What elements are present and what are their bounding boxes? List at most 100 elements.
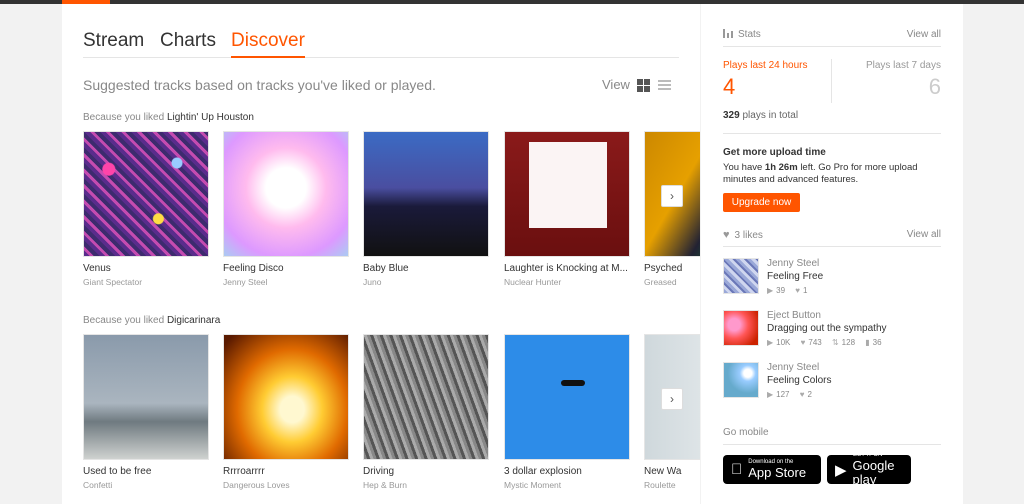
liked-track-stats: ▶ 39 ♥ 1 bbox=[767, 286, 808, 295]
play-icon: ▶ bbox=[767, 338, 774, 347]
track-artwork[interactable] bbox=[83, 334, 209, 460]
track-card[interactable]: Baby Blue Juno bbox=[363, 131, 489, 287]
list-view-icon[interactable] bbox=[658, 79, 671, 92]
track-artist[interactable]: Nuclear Hunter bbox=[504, 277, 630, 287]
heart-icon: ♥ bbox=[799, 390, 805, 399]
track-row: Used to be free Confetti Rrrroarrrr Dang… bbox=[83, 334, 700, 504]
track-artist[interactable]: Roulette bbox=[644, 480, 700, 490]
track-card[interactable]: New Wa Roulette bbox=[644, 334, 700, 490]
carousel-next-button[interactable]: › bbox=[661, 388, 683, 410]
track-title[interactable]: Baby Blue bbox=[363, 263, 489, 274]
tab-bar: Stream Charts Discover bbox=[83, 28, 679, 58]
liked-track[interactable]: Jenny Steel Feeling Free ▶ 39 ♥ 1 bbox=[723, 258, 943, 298]
play-store-icon: ▶ bbox=[835, 461, 847, 479]
stats-view-all-link[interactable]: View all bbox=[907, 29, 941, 40]
track-artist[interactable]: Greased bbox=[644, 277, 700, 287]
track-title[interactable]: Laughter is Knocking at M... bbox=[504, 263, 630, 274]
track-artwork[interactable] bbox=[504, 334, 630, 460]
liked-track-artwork[interactable] bbox=[723, 362, 759, 398]
plays-24h-label: Plays last 24 hours bbox=[723, 60, 808, 71]
tab-stream[interactable]: Stream bbox=[83, 30, 144, 52]
liked-track-user[interactable]: Jenny Steel bbox=[767, 362, 819, 373]
chevron-right-icon: › bbox=[670, 392, 674, 406]
track-artwork[interactable] bbox=[83, 131, 209, 257]
grid-view-icon[interactable] bbox=[637, 79, 650, 92]
carousel-next-button[interactable]: › bbox=[661, 185, 683, 207]
track-artwork[interactable] bbox=[223, 334, 349, 460]
track-artwork[interactable] bbox=[223, 131, 349, 257]
track-artwork[interactable] bbox=[363, 334, 489, 460]
helicopter-shape bbox=[561, 380, 585, 386]
because-label: Because you liked Lightin' Up Houston bbox=[83, 112, 254, 123]
divider bbox=[723, 246, 941, 247]
play-icon: ▶ bbox=[767, 390, 774, 399]
track-card[interactable]: Feeling Disco Jenny Steel bbox=[223, 131, 349, 287]
apple-icon:  bbox=[731, 461, 742, 478]
sidebar: Stats View all Plays last 24 hours 4 Pla… bbox=[701, 4, 963, 504]
track-title[interactable]: Driving bbox=[363, 466, 489, 477]
track-title[interactable]: Rrrroarrrr bbox=[223, 466, 349, 477]
track-artist[interactable]: Jenny Steel bbox=[223, 277, 349, 287]
app-store-button[interactable]:  Download on the App Store bbox=[723, 455, 821, 484]
google-play-button[interactable]: ▶ GET IT ON Google play bbox=[827, 452, 911, 487]
track-card[interactable]: Laughter is Knocking at M... Nuclear Hun… bbox=[504, 131, 630, 287]
heart-icon: ♥ bbox=[723, 229, 730, 241]
track-card[interactable]: Used to be free Confetti bbox=[83, 334, 209, 490]
track-artist[interactable]: Dangerous Loves bbox=[223, 480, 349, 490]
track-title[interactable]: 3 dollar explosion bbox=[504, 466, 630, 477]
liked-track-stats: ▶ 10K ♥ 743 ⇅ 128 ▮ 36 bbox=[767, 338, 882, 347]
liked-track[interactable]: Eject Button Dragging out the sympathy ▶… bbox=[723, 310, 943, 350]
tab-discover[interactable]: Discover bbox=[231, 30, 305, 58]
track-artwork[interactable] bbox=[363, 131, 489, 257]
likes-view-all-link[interactable]: View all bbox=[907, 229, 941, 240]
track-artist[interactable]: Mystic Moment bbox=[504, 480, 630, 490]
upgrade-button[interactable]: Upgrade now bbox=[723, 193, 800, 212]
liked-track-user[interactable]: Eject Button bbox=[767, 310, 821, 321]
divider bbox=[723, 46, 941, 47]
track-title[interactable]: New Wa bbox=[644, 466, 700, 477]
go-mobile-heading: Go mobile bbox=[723, 427, 769, 438]
track-card[interactable]: Rrrroarrrr Dangerous Loves bbox=[223, 334, 349, 490]
track-card[interactable]: Psyched Greased bbox=[644, 131, 700, 287]
because-track-link[interactable]: Digicarinara bbox=[167, 315, 220, 326]
track-card[interactable]: Venus Giant Spectator bbox=[83, 131, 209, 287]
plays-total: 329 plays in total bbox=[723, 110, 799, 121]
repost-icon: ⇅ bbox=[831, 338, 839, 347]
plays-7d-label: Plays last 7 days bbox=[865, 60, 941, 71]
stats-heading: Stats bbox=[723, 29, 761, 40]
track-title[interactable]: Used to be free bbox=[83, 466, 209, 477]
track-artist[interactable]: Juno bbox=[363, 277, 489, 287]
liked-track-stats: ▶ 127 ♥ 2 bbox=[767, 390, 812, 399]
stats-bars-icon bbox=[723, 29, 733, 38]
track-artist[interactable]: Confetti bbox=[83, 480, 209, 490]
track-artwork[interactable] bbox=[504, 131, 630, 257]
chevron-right-icon: › bbox=[670, 189, 674, 203]
liked-track-title[interactable]: Feeling Free bbox=[767, 271, 823, 282]
liked-track-artwork[interactable] bbox=[723, 258, 759, 294]
track-row: Venus Giant Spectator Feeling Disco Jenn… bbox=[83, 131, 700, 301]
view-label: View bbox=[602, 77, 630, 92]
comment-icon: ▮ bbox=[865, 338, 870, 347]
because-label: Because you liked Digicarinara bbox=[83, 315, 221, 326]
liked-track-artwork[interactable] bbox=[723, 310, 759, 346]
track-card[interactable]: Driving Hep & Burn bbox=[363, 334, 489, 490]
track-title[interactable]: Feeling Disco bbox=[223, 263, 349, 274]
because-track-link[interactable]: Lightin' Up Houston bbox=[167, 112, 254, 123]
play-icon: ▶ bbox=[767, 286, 774, 295]
track-title[interactable]: Venus bbox=[83, 263, 209, 274]
liked-track-user[interactable]: Jenny Steel bbox=[767, 258, 819, 269]
track-card[interactable]: 3 dollar explosion Mystic Moment bbox=[504, 334, 630, 490]
liked-track-title[interactable]: Dragging out the sympathy bbox=[767, 323, 887, 334]
liked-track-title[interactable]: Feeling Colors bbox=[767, 375, 831, 386]
likes-heading: ♥ 3 likes bbox=[723, 229, 763, 241]
main-panel: Stream Charts Discover Suggested tracks … bbox=[62, 4, 700, 504]
track-artist[interactable]: Giant Spectator bbox=[83, 277, 209, 287]
track-title[interactable]: Psyched bbox=[644, 263, 700, 274]
plays-24h-value: 4 bbox=[723, 74, 736, 99]
plays-7d-value: 6 bbox=[928, 74, 941, 99]
stats-divider bbox=[831, 59, 832, 103]
tab-charts[interactable]: Charts bbox=[160, 30, 216, 52]
track-artist[interactable]: Hep & Burn bbox=[363, 480, 489, 490]
heart-icon: ♥ bbox=[800, 338, 806, 347]
liked-track[interactable]: Jenny Steel Feeling Colors ▶ 127 ♥ 2 bbox=[723, 362, 943, 402]
